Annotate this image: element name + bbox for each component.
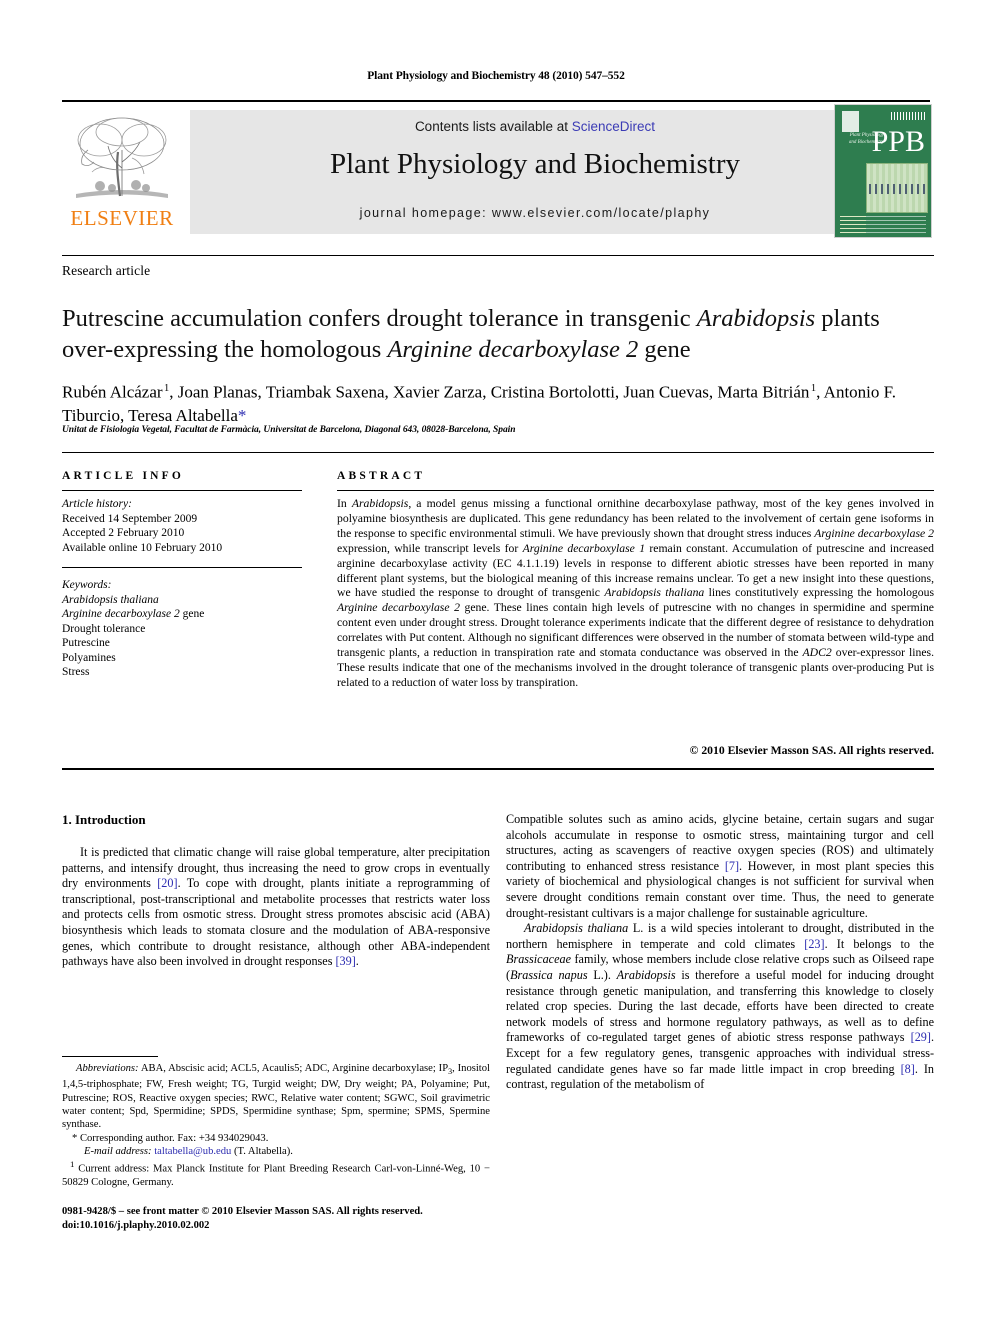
footnote-corresponding-author: * Corresponding author. Fax: +34 9340290… <box>72 1132 269 1144</box>
title-italic-2: Arginine decarboxylase 2 <box>387 336 639 364</box>
abstract-copyright: © 2010 Elsevier Masson SAS. All rights r… <box>689 744 934 757</box>
footnote-current-address: 1 Current address: Max Planck Institute … <box>62 1158 490 1189</box>
cover-barcode-icon <box>891 112 925 120</box>
email-address-label: E-mail address: <box>84 1145 152 1157</box>
keyword-item: Arginine decarboxylase 2 gene <box>62 608 205 620</box>
article-info-heading: ARTICLE INFO <box>62 470 185 482</box>
journal-masthead: ELSEVIER Contents lists available at Sci… <box>62 100 932 240</box>
title-segment-1: Putrescine accumulation confers drought … <box>62 305 697 333</box>
keyword-item: Drought tolerance <box>62 622 146 635</box>
paragraph: It is predicted that climatic change wil… <box>62 845 490 969</box>
article-info-rule <box>62 490 302 491</box>
footnote-abbreviations: Abbreviations: ABA, Abscisic acid; ACL5,… <box>62 1063 490 1131</box>
journal-title: Plant Physiology and Biochemistry <box>329 148 741 180</box>
sciencedirect-link[interactable]: ScienceDirect <box>572 119 655 134</box>
running-head: Plant Physiology and Biochemistry 48 (20… <box>367 70 625 82</box>
journal-homepage-link[interactable]: journal homepage: www.elsevier.com/locat… <box>190 206 880 220</box>
current-address-text: Current address: Max Planck Institute fo… <box>62 1163 491 1189</box>
email-address-suffix: (T. Altabella). <box>231 1145 293 1157</box>
title-segment-3: gene <box>638 336 691 364</box>
abstract-bottom-rule <box>62 768 934 770</box>
keyword-item: Stress <box>62 666 90 678</box>
body-column-right: Compatible solutes such as amino acids, … <box>506 812 934 1093</box>
cover-elsevier-mark-icon <box>842 111 859 132</box>
elsevier-tree-svg <box>76 117 168 198</box>
imprint-doi-line: doi:10.1016/j.plaphy.2010.02.002 <box>62 1219 210 1231</box>
paragraph: Compatible solutes such as amino acids, … <box>506 812 934 920</box>
keyword-item: Arabidopsis thaliana <box>62 593 159 606</box>
footnote-marker-1: 1 <box>70 1159 75 1170</box>
abstract-rule <box>337 490 934 491</box>
abstract-block-top-rule <box>62 452 934 453</box>
keywords-label: Keywords: <box>62 579 112 591</box>
body-column-left: It is predicted that climatic change wil… <box>62 845 490 970</box>
email-address-link[interactable]: taltabella@ub.edu <box>154 1146 231 1157</box>
article-history-item: Available online 10 February 2010 <box>62 541 223 554</box>
elsevier-logo: ELSEVIER <box>62 108 182 236</box>
keyword-item: Putrescine <box>62 637 110 649</box>
title-italic-1: Arabidopsis <box>696 305 816 333</box>
footnote-block: Abbreviations: ABA, Abscisic acid; ACL5,… <box>62 1062 490 1189</box>
author-affiliation: Unitat de Fisiologia Vegetal, Facultat d… <box>62 425 516 435</box>
article-history-label: Article history: <box>62 498 132 510</box>
page-title: Putrescine accumulation confers drought … <box>62 303 934 365</box>
abbreviations-label: Abbreviations: <box>76 1063 139 1074</box>
contents-available-label: Contents lists available at <box>414 119 572 134</box>
contents-banner: Contents lists available at ScienceDirec… <box>190 110 880 234</box>
paragraph: Arabidopsis thaliana L. is a wild specie… <box>506 921 934 1092</box>
masthead-top-rule <box>62 100 930 102</box>
section-heading-introduction: 1. Introduction <box>62 812 146 827</box>
header-separator-rule <box>62 255 934 256</box>
cover-photo-image <box>866 163 928 213</box>
imprint-block: 0981-9428/$ – see front matter © 2010 El… <box>62 1205 490 1232</box>
cover-abbrev: PPB <box>871 125 925 158</box>
journal-cover-art: Plant Physiology and Biochemistry PPB <box>835 105 931 237</box>
article-type-label: Research article <box>62 263 151 278</box>
elsevier-wordmark: ELSEVIER <box>70 206 174 230</box>
article-history: Article history: Received 14 September 2… <box>62 497 302 555</box>
imprint-issn-line: 0981-9428/$ – see front matter © 2010 El… <box>62 1206 423 1217</box>
keywords-rule <box>62 567 302 568</box>
abstract-text: In Arabidopsis, a model genus missing a … <box>337 497 935 689</box>
article-history-item: Accepted 2 February 2010 <box>62 527 185 539</box>
footnote-separator-rule <box>62 1056 158 1057</box>
elsevier-tree-icon <box>70 110 174 202</box>
cover-footer-logo-icon <box>840 215 866 233</box>
keywords-list: Keywords: Arabidopsis thaliana Arginine … <box>62 578 302 680</box>
journal-cover-thumbnail: Plant Physiology and Biochemistry PPB <box>834 104 932 238</box>
contents-available-line: Contents lists available at ScienceDirec… <box>190 119 880 134</box>
keyword-item: Polyamines <box>62 651 116 664</box>
journal-article-page: Plant Physiology and Biochemistry 48 (20… <box>0 0 992 1323</box>
author-list: Rubén Alcázar 1, Joan Planas, Triambak S… <box>62 382 896 425</box>
footnote-email: E-mail address: taltabella@ub.edu (T. Al… <box>62 1145 490 1158</box>
article-history-item: Received 14 September 2009 <box>62 512 198 525</box>
abstract-heading: ABSTRACT <box>337 470 426 482</box>
